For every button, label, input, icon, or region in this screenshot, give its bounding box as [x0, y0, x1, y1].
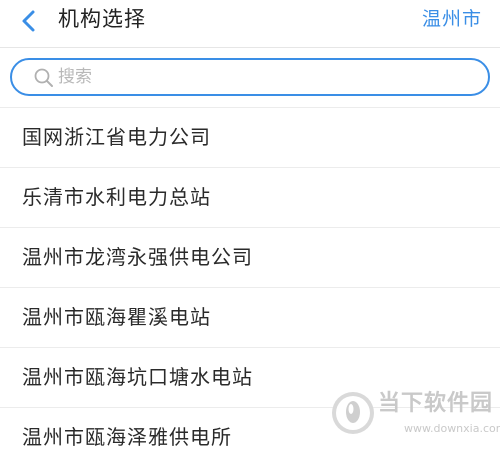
list-item[interactable]: 国网浙江省电力公司 — [0, 108, 500, 168]
search-box[interactable] — [10, 58, 490, 96]
list-item[interactable]: 温州市瓯海瞿溪电站 — [0, 288, 500, 348]
list-item-label: 温州市龙湾永强供电公司 — [22, 245, 253, 269]
list-item[interactable]: 温州市瓯海泽雅供电所 — [0, 408, 500, 468]
list-item-label: 国网浙江省电力公司 — [22, 125, 211, 149]
city-selector[interactable]: 温州市 — [422, 4, 482, 34]
header-bar: 机构选择 温州市 — [0, 0, 500, 48]
list-item[interactable]: 乐清市水利电力总站 — [0, 168, 500, 228]
list-item-label: 温州市瓯海坑口塘水电站 — [22, 365, 253, 389]
list-item-label: 温州市瓯海泽雅供电所 — [22, 425, 232, 449]
search-bar — [0, 48, 500, 108]
search-icon — [34, 68, 53, 87]
list-item[interactable]: 温州市瓯海坑口塘水电站 — [0, 348, 500, 408]
chevron-left-icon — [22, 10, 35, 32]
page-title: 机构选择 — [58, 7, 146, 31]
list-item[interactable]: 温州市龙湾永强供电公司 — [0, 228, 500, 288]
back-button[interactable] — [14, 6, 44, 36]
list-item-label: 温州市瓯海瞿溪电站 — [22, 305, 211, 329]
institution-list: 国网浙江省电力公司 乐清市水利电力总站 温州市龙湾永强供电公司 温州市瓯海瞿溪电… — [0, 108, 500, 468]
search-input[interactable] — [58, 63, 458, 91]
list-item-label: 乐清市水利电力总站 — [22, 185, 211, 209]
